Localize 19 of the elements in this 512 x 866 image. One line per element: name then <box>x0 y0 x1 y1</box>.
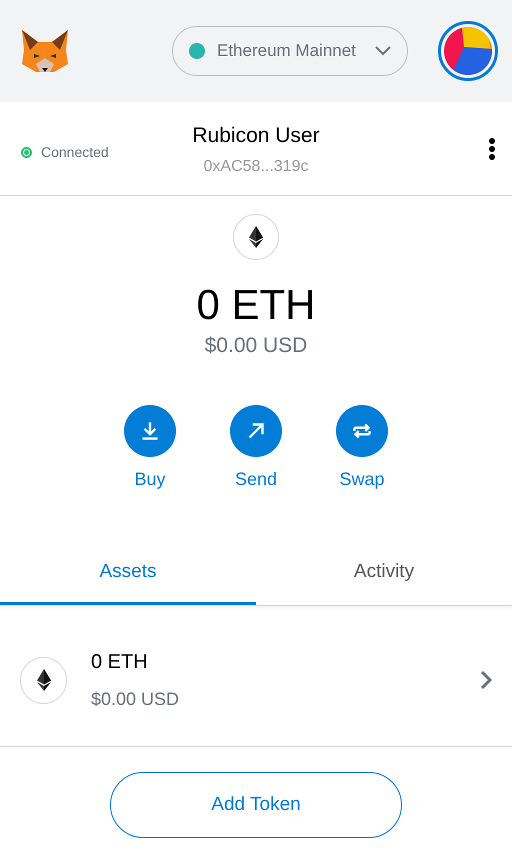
tab[interactable]: Activity <box>256 543 512 605</box>
account-name[interactable]: Rubicon User <box>192 122 320 150</box>
tab[interactable]: Assets <box>0 543 256 605</box>
more-options-icon[interactable] <box>488 138 496 160</box>
chevron-right-icon <box>480 670 492 690</box>
chevron-down-icon <box>375 46 391 56</box>
ethereum-icon <box>20 656 67 704</box>
connection-status: Connected <box>41 143 109 162</box>
asset-row[interactable]: 0 ETH $0.00 USD <box>0 614 512 747</box>
balance-amount: 0 ETH <box>196 280 316 330</box>
ethereum-icon <box>233 214 279 260</box>
network-selector[interactable]: Ethereum Mainnet <box>172 26 408 76</box>
add-token-button[interactable]: Add Token <box>110 772 402 838</box>
asset-amount: 0 ETH <box>91 650 149 675</box>
balance-fiat: $0.00 USD <box>204 333 308 359</box>
account-address[interactable]: 0xAC58...319c <box>204 156 308 178</box>
fox-logo-icon <box>20 28 70 74</box>
account-avatar[interactable] <box>438 21 498 81</box>
asset-fiat: $0.00 USD <box>91 688 180 711</box>
